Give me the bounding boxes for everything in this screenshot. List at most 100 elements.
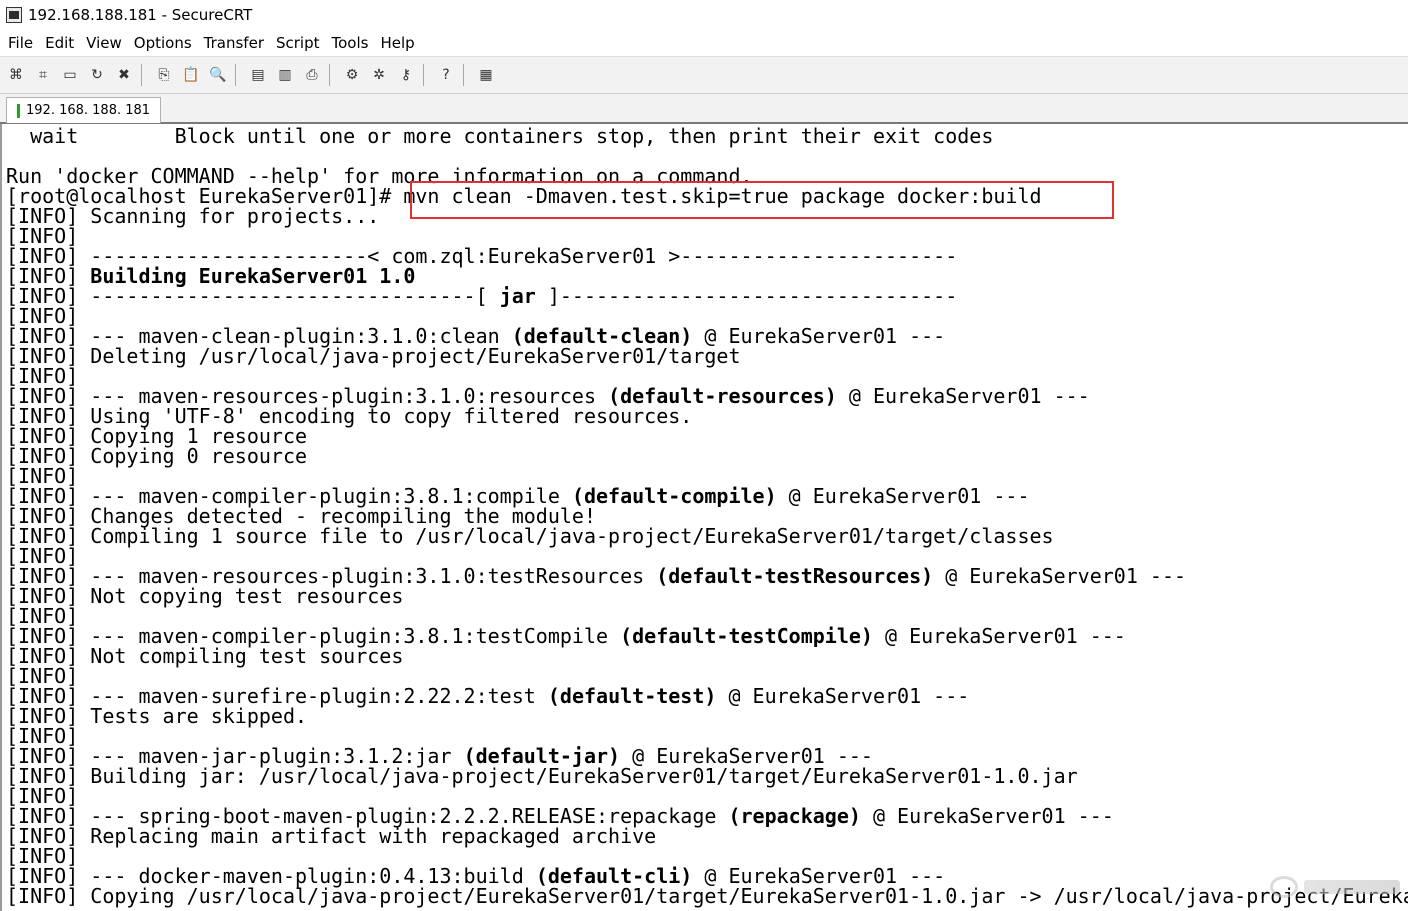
reconnect-icon[interactable]: ↻ [86, 64, 108, 86]
securecrt-app-icon [6, 7, 22, 23]
terminal-line: [INFO] [6, 366, 1408, 386]
toolbar: ⌘ ⌗ ▭ ↻ ✖ ⎘ 📋 🔍 ▤ ▥ ⎙ ⚙ ✲ ⚷? ▦ [0, 57, 1408, 94]
terminal-line: [INFO] --- maven-surefire-plugin:2.22.2:… [6, 686, 1408, 706]
terminal-line: [INFO] [6, 726, 1408, 746]
watermark-logo [1270, 871, 1400, 903]
terminal-line: [INFO] Copying /usr/local/java-project/E… [6, 886, 1408, 906]
terminal-line-tail-text: @ EurekaServer01 --- [872, 624, 1126, 648]
terminal-line: [INFO] --- maven-compiler-plugin:3.8.1:c… [6, 486, 1408, 506]
watermark-logo-icon [1270, 876, 1298, 898]
terminal-line-text: [INFO] Copying /usr/local/java-project/E… [6, 884, 1408, 908]
terminal-line: [INFO] [6, 786, 1408, 806]
terminal-left-border [0, 124, 2, 911]
menu-help[interactable]: Help [380, 34, 414, 52]
connected-status-indicator [17, 103, 20, 118]
terminal-line: [INFO] Replacing main artifact with repa… [6, 826, 1408, 846]
print-selection-icon[interactable]: ▥ [274, 64, 296, 86]
terminal-line-tail-text: @ EurekaServer01 --- [776, 484, 1030, 508]
menu-view[interactable]: View [86, 34, 122, 52]
session-tab-label: 192. 168. 188. 181 [26, 103, 151, 118]
terminal-line: [INFO] [6, 846, 1408, 866]
terminal-view[interactable]: wait Block until one or more containers … [0, 124, 1408, 911]
terminal-line: [INFO] --- maven-jar-plugin:3.1.2:jar (d… [6, 746, 1408, 766]
terminal-line: [INFO] Deleting /usr/local/java-project/… [6, 346, 1408, 366]
terminal-line-text: [INFO] Replacing main artifact with repa… [6, 824, 657, 848]
global-options-icon[interactable]: ✲ [368, 64, 390, 86]
terminal-line-bold-text: (default-testCompile) [620, 624, 873, 648]
terminal-line: [INFO] Tests are skipped. [6, 706, 1408, 726]
menu-script[interactable]: Script [276, 34, 320, 52]
terminal-line-text: [INFO] --------------------------------[ [6, 284, 500, 308]
session-options-icon[interactable]: ⚙ [341, 64, 363, 86]
connect-icon[interactable]: ⌘ [5, 64, 27, 86]
terminal-line-tail-text: @ EurekaServer01 --- [933, 564, 1187, 588]
paste-icon[interactable]: 📋 [180, 64, 202, 86]
session-tab[interactable]: 192. 168. 188. 181 [6, 97, 162, 123]
menu-options[interactable]: Options [134, 34, 192, 52]
terminal-line-bold-text: (default-compile) [571, 484, 777, 508]
terminal-output: wait Block until one or more containers … [6, 126, 1408, 906]
terminal-line-text: [INFO] Building jar: /usr/local/java-pro… [6, 764, 1078, 788]
terminal-line-tail-text: @ EurekaServer01 --- [836, 384, 1090, 408]
terminal-line: [INFO] Not copying test resources [6, 586, 1408, 606]
sftp-icon[interactable]: ▦ [475, 64, 497, 86]
menu-edit[interactable]: Edit [45, 34, 74, 52]
terminal-line-bold-text: (repackage) [728, 804, 861, 828]
terminal-line-text: wait Block until one or more containers … [6, 124, 994, 148]
help-icon[interactable]: ? [435, 64, 457, 86]
key-icon[interactable]: ⚷ [395, 64, 417, 86]
terminal-line: [INFO] --- maven-clean-plugin:3.1.0:clea… [6, 326, 1408, 346]
terminal-line-tail-text: @ EurekaServer01 --- [860, 804, 1114, 828]
copy-icon[interactable]: ⎘ [153, 64, 175, 86]
toolbar-separator [423, 64, 424, 86]
title-bar: 192.168.188.181 - SecureCRT [0, 0, 1408, 30]
toolbar-separator [235, 64, 236, 86]
terminal-line-text: [INFO] Compiling 1 source file to /usr/l… [6, 524, 1054, 548]
terminal-line: [INFO] Changes detected - recompiling th… [6, 506, 1408, 526]
terminal-line: [INFO] --- maven-resources-plugin:3.1.0:… [6, 566, 1408, 586]
toolbar-separator [329, 64, 330, 86]
terminal-line-tail-text: ]--------------------------------- [535, 284, 958, 308]
menu-tools[interactable]: Tools [332, 34, 369, 52]
session-tab-strip: 192. 168. 188. 181 [0, 94, 1408, 124]
terminal-line: [INFO] --- spring-boot-maven-plugin:2.2.… [6, 806, 1408, 826]
terminal-line: [INFO] Copying 1 resource [6, 426, 1408, 446]
menu-bar: File Edit View Options Transfer Script T… [0, 30, 1408, 57]
find-icon[interactable]: 🔍 [207, 64, 229, 86]
terminal-line: [INFO] Compiling 1 source file to /usr/l… [6, 526, 1408, 546]
connect-in-tab-icon[interactable]: ▭ [59, 64, 81, 86]
terminal-line-tail-text: @ EurekaServer01 --- [716, 684, 970, 708]
terminal-line: [INFO] Not compiling test sources [6, 646, 1408, 666]
menu-transfer[interactable]: Transfer [204, 34, 264, 52]
terminal-line: [INFO] [6, 226, 1408, 246]
window-title: 192.168.188.181 - SecureCRT [28, 6, 253, 24]
terminal-line: [INFO] Using 'UTF-8' encoding to copy fi… [6, 406, 1408, 426]
print-icon[interactable]: ⎙ [301, 64, 323, 86]
menu-file[interactable]: File [8, 34, 33, 52]
print-screen-icon[interactable]: ▤ [247, 64, 269, 86]
terminal-line: [INFO] [6, 546, 1408, 566]
terminal-line: [INFO] Building EurekaServer01 1.0 [6, 266, 1408, 286]
terminal-line-text: [INFO] Deleting /usr/local/java-project/… [6, 344, 741, 368]
terminal-line: [INFO] --- docker-maven-plugin:0.4.13:bu… [6, 866, 1408, 886]
terminal-line-bold-text: (default-testResources) [656, 564, 934, 588]
terminal-line: [INFO] [6, 606, 1408, 626]
terminal-line-bold-text: jar [499, 284, 536, 308]
terminal-line: [INFO] --- maven-resources-plugin:3.1.0:… [6, 386, 1408, 406]
quick-connect-icon[interactable]: ⌗ [32, 64, 54, 86]
command-highlight-box [410, 181, 1114, 219]
terminal-line: [INFO] [6, 466, 1408, 486]
terminal-line: [INFO] [6, 666, 1408, 686]
disconnect-icon[interactable]: ✖ [113, 64, 135, 86]
terminal-line: [INFO] -----------------------< com.zql:… [6, 246, 1408, 266]
terminal-line: [INFO] [6, 306, 1408, 326]
toolbar-separator [141, 64, 142, 86]
terminal-line: [INFO] Building jar: /usr/local/java-pro… [6, 766, 1408, 786]
terminal-line-bold-text: (default-test) [547, 684, 717, 708]
terminal-line: [INFO] --- maven-compiler-plugin:3.8.1:t… [6, 626, 1408, 646]
terminal-line: wait Block until one or more containers … [6, 126, 1408, 146]
terminal-line: [INFO] --------------------------------[… [6, 286, 1408, 306]
watermark-text-shape [1304, 880, 1400, 894]
terminal-line: [INFO] Copying 0 resource [6, 446, 1408, 466]
